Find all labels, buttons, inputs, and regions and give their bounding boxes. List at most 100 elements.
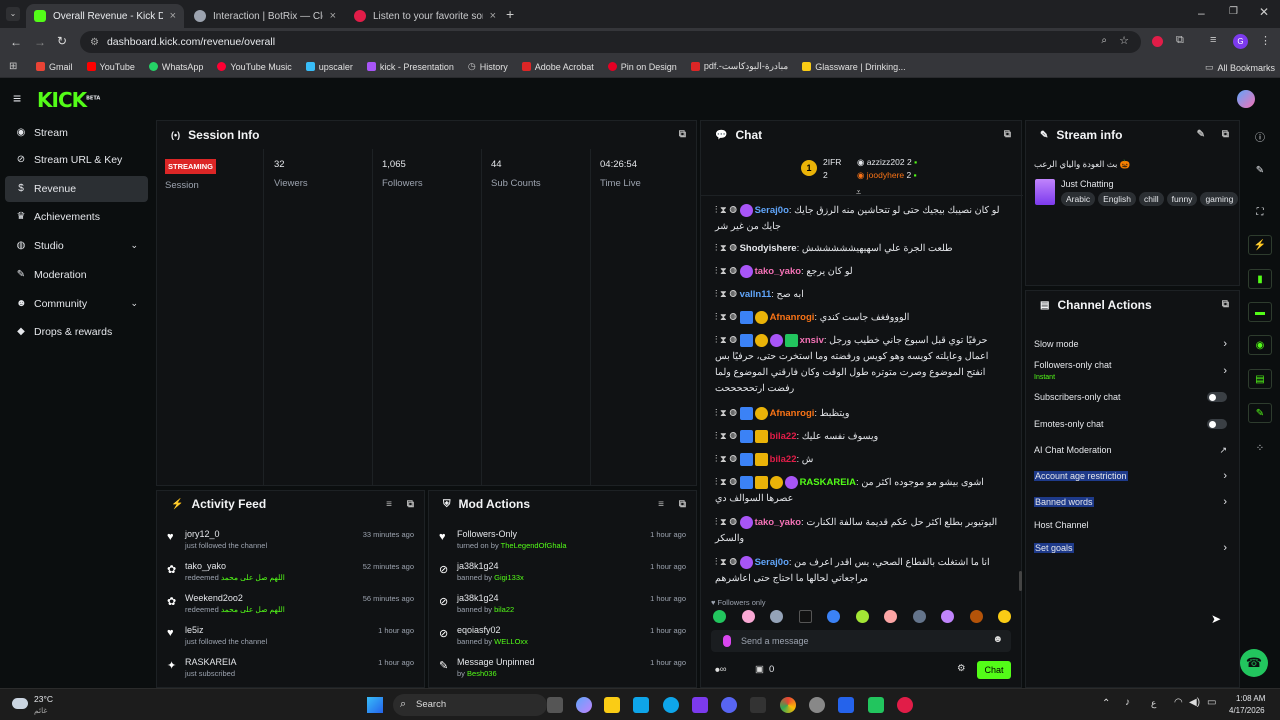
- bookmark-youtube-music[interactable]: YouTube Music: [217, 62, 292, 72]
- edge-icon[interactable]: [663, 697, 679, 713]
- emotes-only-toggle[interactable]: [1207, 419, 1227, 429]
- close-tab-icon[interactable]: ×: [170, 10, 176, 22]
- emote-icon[interactable]: [941, 610, 954, 623]
- action-subscribers-only[interactable]: Subscribers-only chat: [1034, 387, 1227, 407]
- clock-time[interactable]: 1:08 AM: [1236, 694, 1265, 703]
- pin-toggle-icon[interactable]: ⩡: [856, 187, 861, 198]
- chat-bubble-icon[interactable]: ▬: [1248, 302, 1272, 322]
- tag[interactable]: chill: [1138, 192, 1164, 206]
- extension-red-icon[interactable]: [1152, 36, 1163, 47]
- emoji-picker-icon[interactable]: ☻: [992, 634, 1003, 645]
- chat-input[interactable]: Send a message ☻: [711, 630, 1011, 652]
- bookmark-podcast-pdf[interactable]: pdf.-مبادرة-البودكاست: [690, 61, 788, 72]
- filter-icon[interactable]: ≡: [658, 499, 664, 510]
- bookmark-star-icon[interactable]: ☆: [1119, 34, 1129, 47]
- close-window-icon[interactable]: ✕: [1259, 5, 1269, 19]
- taskbar-search[interactable]: ⌕ Search: [393, 694, 547, 716]
- emote-icon[interactable]: [884, 610, 897, 623]
- kick-emote-icon[interactable]: [723, 635, 731, 647]
- emote-icon[interactable]: [969, 610, 983, 623]
- microphone-icon[interactable]: ♪: [1125, 697, 1130, 708]
- popout-icon[interactable]: ⧉: [407, 499, 414, 510]
- reload-icon[interactable]: ↻: [57, 34, 67, 48]
- weather-temp[interactable]: 23°C: [34, 694, 53, 704]
- emote-icon[interactable]: [998, 610, 1011, 623]
- weather-icon[interactable]: [12, 698, 28, 709]
- action-ai-moderation[interactable]: AI Chat Moderation ↗: [1034, 440, 1227, 460]
- chat-settings-icon[interactable]: ⚙: [957, 663, 966, 674]
- url-bar[interactable]: ⚙ dashboard.kick.com/revenue/overall ⌕ ☆: [80, 31, 1141, 53]
- action-account-age[interactable]: Account age restriction ›: [1034, 466, 1227, 486]
- sidebar-item-stream[interactable]: ◉ Stream: [5, 120, 148, 146]
- emote-icon[interactable]: [741, 610, 755, 623]
- action-followers-only[interactable]: Followers-only chat Instant ›: [1034, 357, 1227, 385]
- word-icon[interactable]: [838, 697, 854, 713]
- task-view-icon[interactable]: [547, 697, 563, 713]
- zoom-icon[interactable]: ⌕: [1101, 35, 1107, 46]
- kick-logo[interactable]: KICKBETA: [37, 88, 100, 112]
- popout-icon[interactable]: ⧉: [1222, 299, 1229, 310]
- category-name[interactable]: Just Chatting: [1061, 179, 1114, 189]
- emote-icon[interactable]: [912, 610, 926, 623]
- site-info-icon[interactable]: ⚙: [90, 37, 99, 48]
- sidebar-item-drops-rewards[interactable]: ◆ Drops & rewards: [5, 319, 148, 345]
- emote-icon[interactable]: [855, 610, 869, 623]
- maximize-icon[interactable]: ❐: [1229, 6, 1238, 17]
- emote-icon[interactable]: [770, 610, 783, 623]
- apps-icon[interactable]: ⁘: [1248, 438, 1272, 458]
- app-icon[interactable]: [692, 697, 708, 713]
- bookmark-youtube[interactable]: YouTube: [86, 62, 135, 72]
- support-chat-button[interactable]: ☎: [1240, 649, 1268, 677]
- browser-tab-kick[interactable]: Overall Revenue - Kick Dashboard ×: [26, 4, 184, 28]
- edit-icon[interactable]: ✎: [1197, 129, 1205, 140]
- expand-icon[interactable]: ⛶: [1248, 202, 1272, 222]
- sidebar-item-moderation[interactable]: ✎ Moderation: [5, 262, 148, 288]
- lightning-icon[interactable]: ⚡: [1248, 235, 1272, 255]
- popout-icon[interactable]: ⧉: [1004, 129, 1011, 140]
- emote-icon[interactable]: [798, 610, 812, 623]
- emote-icon[interactable]: [827, 610, 840, 623]
- pencil-icon[interactable]: ✎: [1248, 160, 1272, 180]
- tag[interactable]: Arabic: [1061, 192, 1096, 206]
- tag[interactable]: gaming: [1200, 192, 1239, 206]
- new-tab-icon[interactable]: +: [506, 6, 514, 22]
- start-button[interactable]: [367, 697, 383, 713]
- wrench-icon[interactable]: ✎: [1248, 403, 1272, 423]
- extensions-icon[interactable]: ⧉: [1176, 34, 1184, 47]
- minimize-icon[interactable]: –: [1198, 6, 1205, 20]
- sidebar-item-studio[interactable]: ◍ Studio ⌄: [5, 233, 148, 259]
- action-banned-words[interactable]: Banned words ›: [1034, 492, 1227, 512]
- app-green-icon[interactable]: [868, 697, 884, 713]
- forward-icon[interactable]: →: [34, 35, 46, 49]
- browser-tab-music[interactable]: Listen to your favorite songs and... ×: [346, 4, 504, 28]
- file-explorer-icon[interactable]: [604, 697, 620, 713]
- chrome-icon[interactable]: [780, 697, 796, 713]
- bookmark-kick-presentation[interactable]: kick - Presentation: [366, 62, 454, 72]
- points-icon[interactable]: ⦁∞: [715, 664, 727, 675]
- sidebar-item-revenue[interactable]: $ Revenue: [5, 176, 148, 202]
- close-tab-icon[interactable]: ×: [490, 10, 496, 22]
- filter-icon[interactable]: ≡: [386, 499, 392, 510]
- store-icon[interactable]: [633, 697, 649, 713]
- shield-icon[interactable]: ▮: [1248, 269, 1272, 289]
- bookmark-whatsapp[interactable]: WhatsApp: [148, 62, 203, 72]
- tab-search-button[interactable]: ⌄: [6, 7, 20, 21]
- browser-menu-icon[interactable]: ⋮: [1260, 34, 1271, 47]
- server-icon[interactable]: ▤: [1248, 369, 1272, 389]
- copilot-icon[interactable]: [576, 697, 592, 713]
- bookmark-upscaler[interactable]: upscaler: [305, 62, 353, 72]
- input-language[interactable]: ع: [1151, 698, 1156, 709]
- bookmark-gmail[interactable]: Gmail: [36, 62, 73, 72]
- sidebar-item-stream-url-key[interactable]: ⊘ Stream URL & Key: [5, 147, 148, 173]
- volume-icon[interactable]: ◀): [1189, 697, 1200, 708]
- bookmark-history[interactable]: ◷ History: [468, 61, 508, 72]
- chat-send-button[interactable]: Chat: [977, 661, 1011, 679]
- epic-games-icon[interactable]: [750, 697, 766, 713]
- bookmark-adobe-acrobat[interactable]: Adobe Acrobat: [521, 62, 594, 72]
- settings-icon[interactable]: [809, 697, 825, 713]
- action-host-channel[interactable]: Host Channel: [1034, 515, 1227, 535]
- sidebar-item-community[interactable]: ☻ Community ⌄: [5, 291, 148, 317]
- broadcast-icon[interactable]: ◉: [1248, 335, 1272, 355]
- wifi-icon[interactable]: ◠: [1174, 697, 1183, 708]
- popout-icon[interactable]: ⧉: [1222, 129, 1229, 140]
